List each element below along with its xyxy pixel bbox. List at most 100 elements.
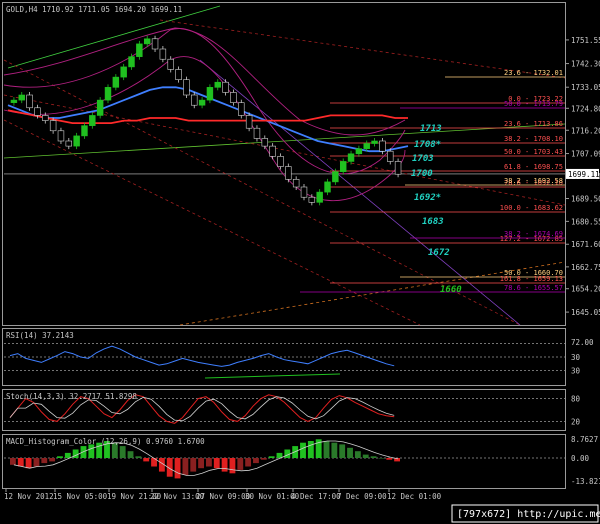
fib-label-12: 78.6 - 1655.57 [504, 284, 563, 292]
level-label-3: 1700 [411, 169, 433, 179]
candle-body-41 [332, 171, 339, 183]
fib-label-2: 23.6 - 1713.86 [504, 120, 563, 128]
level-label-4: 1692* [414, 193, 441, 203]
candle-body-39 [316, 191, 323, 203]
candle-body-49 [394, 161, 402, 175]
fibonacci-levels: 23.6 - 1732.010.0 - 1723.2223.6 - 1713.8… [300, 69, 565, 293]
level-labels: 1713 1708* 1703 1700 1692* 1683 1672 1660 [411, 124, 462, 295]
macd-bar-28 [229, 458, 236, 474]
price-axis: 1751.55 1742.30 1733.05 1724.80 1716.20 1707.… [565, 36, 600, 317]
stoch-tick-0: 80 [571, 395, 581, 404]
price-chart[interactable]: 23.6 - 1732.010.0 - 1723.2223.6 - 1713.8… [0, 0, 600, 524]
candle-body-18 [151, 38, 159, 50]
macd-bar-26 [213, 458, 220, 469]
candle-body-11 [96, 99, 104, 116]
stoch-label: Stoch(14,3,3) 32.2717 51.8298 [6, 392, 137, 401]
candle-body-47 [379, 140, 386, 152]
macd-bar-27 [221, 458, 228, 472]
candle-body-26 [214, 81, 221, 88]
candle-body-32 [261, 138, 269, 147]
band-line-1 [3, 56, 406, 202]
macd-bar-14 [119, 446, 126, 458]
candle-body-0 [10, 99, 18, 103]
candle-body-38 [308, 196, 316, 203]
macd-bar-4 [41, 458, 48, 464]
macd-bar-37 [300, 442, 306, 458]
macd-bar-3 [33, 458, 40, 467]
candle-body-29 [238, 102, 245, 116]
candle-body-12 [104, 87, 112, 101]
fib-label-7: 38.2 - 1692.58 [504, 177, 563, 185]
candle-body-34 [277, 156, 284, 167]
time-label-8: 12 Dec 01:00 [387, 492, 442, 501]
rsi-label: RSI(14) 37.2143 [6, 331, 74, 340]
rsi-tick-0: 72.00 [571, 338, 594, 347]
rsi-indicator: 72.00 30 30 [4, 338, 594, 379]
candle-body-28 [230, 92, 237, 103]
candle-body-25 [206, 87, 214, 101]
macd-bar-21 [174, 458, 181, 479]
trend-line-0 [7, 5, 221, 69]
macd-bar-47 [378, 458, 385, 459]
price-tick-label-12: 1645.05 [571, 308, 600, 317]
candle-body-23 [191, 94, 198, 106]
price-tick-label-8: 1680.55 [571, 217, 600, 226]
price-tick-label-7: 1689.50 [571, 195, 600, 204]
candle-body-35 [285, 166, 292, 180]
price-tick-label-11: 1654.20 [571, 285, 600, 294]
stoch-tick-1: 20 [571, 417, 581, 426]
level-label-7: 1660 [440, 285, 462, 295]
level-label-1: 1708* [414, 140, 441, 150]
price-tick-label-2: 1733.05 [571, 83, 600, 92]
macd-bar-31 [253, 458, 259, 464]
candle-body-22 [183, 79, 190, 96]
fib-label-13: 38.2 - 1674.69 [504, 230, 563, 238]
fib-label-4: 50.0 - 1703.43 [504, 148, 563, 156]
candle-body-33 [269, 145, 276, 157]
price-tick-label-10: 1662.75 [571, 263, 600, 272]
price-tick-label-1: 1742.30 [571, 60, 600, 69]
candle-body-19 [159, 48, 167, 60]
candle-body-44 [355, 148, 363, 155]
candle-body-9 [81, 125, 88, 137]
candle-body-37 [300, 186, 308, 198]
candle-body-2 [26, 94, 33, 109]
level-label-6: 1672 [428, 248, 450, 258]
macd-bar-25 [206, 458, 212, 467]
macd-bar-7 [64, 452, 71, 458]
macd-bar-38 [307, 441, 314, 458]
macd-bar-1 [17, 458, 24, 467]
macd-tick-1: 0.00 [571, 454, 590, 463]
candle-body-31 [253, 127, 261, 139]
candle-body-21 [175, 69, 182, 80]
candle-body-36 [292, 179, 300, 188]
macd-bar-40 [323, 441, 330, 458]
macd-bar-44 [354, 451, 361, 458]
candle-body-6 [57, 130, 65, 142]
level-label-5: 1683 [422, 217, 444, 227]
last-price-label: 1699.11 [568, 170, 600, 179]
level-label-2: 1703 [412, 154, 434, 164]
macd-bar-48 [386, 458, 393, 460]
time-label-4: 27 Nov 09:00 [196, 492, 251, 501]
rsi-tick-2: 30 [571, 367, 581, 376]
candle-body-45 [363, 143, 370, 149]
rsi-divergence-line [204, 373, 341, 379]
macd-bar-6 [57, 456, 63, 458]
price-tick-label-4: 1716.20 [571, 126, 600, 135]
time-label-7: 7 Dec 09:00 [337, 492, 387, 501]
candle-body-46 [371, 140, 378, 144]
macd-tick-0: 8.7627 [571, 435, 598, 444]
price-tick-label-3: 1724.80 [571, 104, 600, 113]
price-tick-label-0: 1751.55 [571, 36, 600, 45]
candle-body-30 [245, 115, 253, 129]
price-tick-label-5: 1707.09 [571, 150, 600, 159]
macd-bar-42 [339, 444, 346, 458]
candle-body-43 [347, 153, 355, 162]
time-axis: 12 Nov 2012 15 Nov 05:00 19 Nov 21:0022 No… [4, 488, 442, 501]
macd-bar-43 [347, 447, 353, 458]
chart-title: GOLD,H4 1710.92 1711.05 1694.20 1699.11 [6, 5, 182, 14]
candle-body-4 [42, 115, 49, 121]
macd-bar-41 [331, 442, 338, 458]
candle-body-16 [136, 43, 143, 57]
